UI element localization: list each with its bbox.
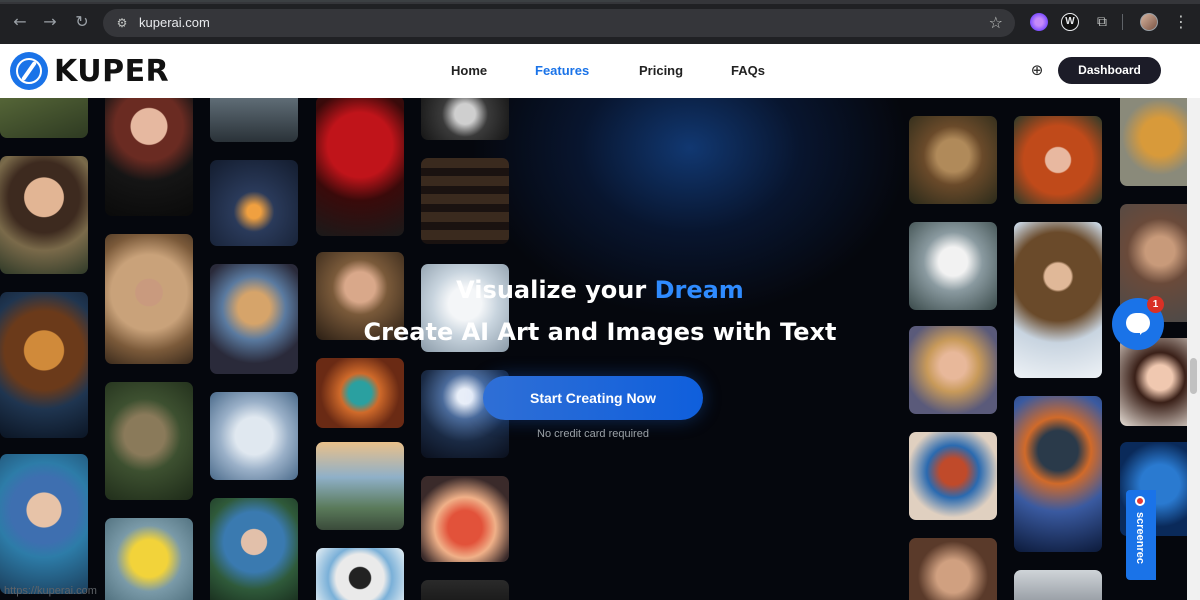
toolbar-divider xyxy=(1122,14,1123,30)
tab-line xyxy=(0,0,640,2)
start-creating-button[interactable]: Start Creating Now xyxy=(483,376,703,420)
gallery-image[interactable] xyxy=(316,98,404,236)
gallery-image[interactable] xyxy=(210,498,298,600)
chat-widget-button[interactable]: 1 xyxy=(1112,296,1164,350)
chat-bubble-icon xyxy=(1126,313,1150,335)
screenrec-label: screenrec xyxy=(1134,512,1146,564)
gallery-image[interactable] xyxy=(0,98,88,138)
browser-chrome: ← → ↻ ⚙ kuperai.com ☆ W ⧉ ⋮ xyxy=(0,0,1200,44)
extension-ai-icon[interactable] xyxy=(1030,13,1048,31)
gallery-image[interactable] xyxy=(0,156,88,274)
hero-title-accent: Dream xyxy=(654,276,744,304)
browser-menu-icon[interactable]: ⋮ xyxy=(1172,13,1190,31)
hero-title: Visualize your Dream xyxy=(0,276,1200,304)
nav-faqs[interactable]: FAQs xyxy=(731,63,765,78)
main-nav: Home Features Pricing FAQs xyxy=(0,63,1200,81)
gallery-image[interactable] xyxy=(105,98,193,216)
gallery-image[interactable] xyxy=(0,454,88,594)
bookmark-star-icon[interactable]: ☆ xyxy=(989,13,1003,32)
status-bar-url: https://kuperai.com xyxy=(4,585,97,597)
gallery-image[interactable] xyxy=(1014,116,1102,204)
gallery-image[interactable] xyxy=(210,392,298,480)
scrollbar-thumb[interactable] xyxy=(1190,358,1197,394)
extension-w-icon[interactable]: W xyxy=(1061,13,1079,31)
gallery-image[interactable] xyxy=(909,538,997,600)
gallery-image[interactable] xyxy=(1014,396,1102,552)
gallery-image[interactable] xyxy=(421,98,509,140)
profile-avatar[interactable] xyxy=(1140,13,1158,31)
gallery-image[interactable] xyxy=(210,160,298,246)
nav-features[interactable]: Features xyxy=(535,63,589,78)
gallery-image[interactable] xyxy=(316,548,404,600)
hero-subtitle: Create AI Art and Images with Text xyxy=(363,318,837,346)
gallery-image[interactable] xyxy=(105,382,193,500)
gallery-image[interactable] xyxy=(0,292,88,438)
tab-strip xyxy=(0,0,1200,4)
gallery-image[interactable] xyxy=(909,432,997,520)
gallery-image[interactable] xyxy=(421,158,509,244)
gallery-image[interactable] xyxy=(421,580,509,600)
address-bar[interactable]: ⚙ kuperai.com ☆ xyxy=(103,9,1015,37)
gallery-image[interactable] xyxy=(210,98,298,142)
back-icon[interactable]: ← xyxy=(10,12,30,32)
nav-pricing[interactable]: Pricing xyxy=(639,63,683,78)
address-url[interactable]: kuperai.com xyxy=(139,15,210,30)
gallery-image[interactable] xyxy=(909,116,997,204)
hero-section: Visualize your Dream Create AI Art and I… xyxy=(0,98,1200,600)
forward-icon[interactable]: → xyxy=(40,12,60,32)
hero-title-text: Visualize your xyxy=(456,276,655,304)
reload-icon[interactable]: ↻ xyxy=(72,12,92,32)
cta-note: No credit card required xyxy=(537,428,649,440)
site-settings-icon[interactable]: ⚙ xyxy=(113,14,131,32)
gallery-image[interactable] xyxy=(316,442,404,530)
dashboard-button[interactable]: Dashboard xyxy=(1058,57,1161,84)
screenrec-tab[interactable]: screenrec xyxy=(1126,490,1156,580)
page-scrollbar[interactable] xyxy=(1187,98,1200,600)
chat-notification-badge: 1 xyxy=(1147,296,1164,313)
gallery-image[interactable] xyxy=(316,358,404,428)
gallery-image[interactable] xyxy=(1014,570,1102,600)
language-globe-icon[interactable]: ⊕ xyxy=(1028,61,1046,79)
site-header: KUPER Home Features Pricing FAQs ⊕ Dashb… xyxy=(0,44,1200,98)
extensions-puzzle-icon[interactable]: ⧉ xyxy=(1093,13,1111,31)
nav-home[interactable]: Home xyxy=(451,63,487,78)
gallery-image[interactable] xyxy=(421,476,509,562)
gallery-image[interactable] xyxy=(105,518,193,600)
